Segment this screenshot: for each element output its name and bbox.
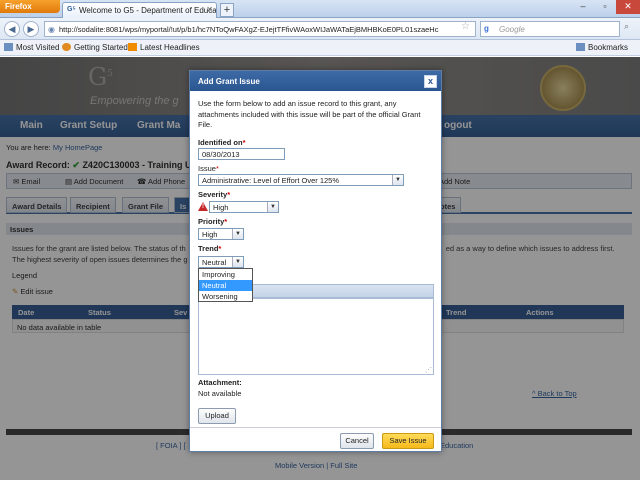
chevron-down-icon: ▼ — [392, 175, 403, 185]
new-tab-button[interactable]: + — [220, 3, 234, 17]
tab-close-icon[interactable]: ✕ — [206, 5, 213, 14]
browser-titlebar: Firefox G⁵ Welcome to G5 - Department of… — [0, 0, 640, 18]
bookmarks-icon — [576, 43, 585, 51]
minimize-icon[interactable]: – — [572, 0, 594, 14]
save-issue-button[interactable]: Save Issue — [382, 433, 434, 449]
globe-icon: ◉ — [48, 25, 55, 34]
cancel-button[interactable]: Cancel — [340, 433, 374, 449]
trend-dropdown-list: Improving Neutral Worsening — [198, 268, 253, 302]
attachment-label: Attachment: — [198, 378, 242, 387]
g5-favicon-icon: G⁵ — [67, 6, 76, 13]
issue-label: Issue* — [198, 164, 219, 173]
search-magnifier-icon[interactable]: ⌕ — [624, 21, 629, 32]
bookmarks-toolbar: Most Visited Getting Started Latest Head… — [0, 40, 640, 56]
severity-select[interactable]: High ▼ — [209, 201, 279, 213]
url-input[interactable]: ◉ http://sodalite:8081/wps/myportal/!ut/… — [44, 21, 476, 37]
issue-select[interactable]: Administrative: Level of Effort Over 125… — [198, 174, 404, 186]
attachment-value: Not available — [198, 389, 242, 398]
dialog-intro: Use the form below to add an issue recor… — [198, 99, 421, 129]
browser-navbar: ◀ ▶ ◉ http://sodalite:8081/wps/myportal/… — [0, 18, 640, 40]
maximize-icon[interactable]: ▫ — [594, 0, 616, 14]
priority-select[interactable]: High ▼ — [198, 228, 244, 240]
bookmark-latest-headlines[interactable]: Latest Headlines — [128, 43, 200, 52]
google-icon: g — [484, 24, 489, 33]
firefox-icon — [62, 43, 71, 51]
trend-option-worsening[interactable]: Worsening — [199, 291, 252, 302]
upload-button[interactable]: Upload — [198, 408, 236, 424]
browser-tab[interactable]: G⁵ Welcome to G5 - Department of Educati… — [62, 2, 217, 18]
add-grant-issue-dialog: Add Grant Issue x Use the form below to … — [189, 70, 442, 452]
rss-icon — [128, 43, 137, 51]
severity-label: Severity* — [198, 190, 231, 199]
back-arrow-icon[interactable]: ◀ — [4, 21, 20, 37]
folder-icon — [4, 43, 13, 51]
search-placeholder: Google — [499, 25, 525, 34]
chevron-down-icon: ▼ — [232, 257, 243, 267]
bookmark-star-icon[interactable]: ☆ — [461, 21, 470, 32]
dialog-footer-divider — [190, 427, 441, 428]
identified-on-label: Identified on* — [198, 138, 246, 147]
priority-label: Priority* — [198, 217, 228, 226]
identified-on-input[interactable]: 08/30/2013 — [198, 148, 285, 160]
chevron-down-icon: ▼ — [267, 202, 278, 212]
bookmarks-menu[interactable]: Bookmarks — [576, 43, 628, 52]
trend-label: Trend* — [198, 244, 222, 253]
firefox-menu-button[interactable]: Firefox — [0, 0, 60, 13]
resize-handle-icon[interactable]: ⋰ — [425, 366, 432, 374]
description-textarea[interactable]: ⋰ — [198, 298, 434, 375]
bookmark-most-visited[interactable]: Most Visited — [4, 43, 59, 52]
chevron-down-icon: ▼ — [232, 229, 243, 239]
search-input[interactable]: g Google — [480, 21, 620, 37]
warning-exclamation: ! — [202, 204, 204, 210]
dialog-title: Add Grant Issue — [190, 71, 441, 91]
trend-option-improving[interactable]: Improving — [199, 269, 252, 280]
window-close-icon[interactable]: ✕ — [616, 0, 640, 14]
url-text: http://sodalite:8081/wps/myportal/!ut/p/… — [59, 25, 439, 34]
trend-option-neutral[interactable]: Neutral — [199, 280, 252, 291]
tab-title: Welcome to G5 - Department of Educatio..… — [79, 6, 217, 15]
bookmark-getting-started[interactable]: Getting Started — [62, 43, 128, 52]
forward-arrow-icon[interactable]: ▶ — [23, 21, 39, 37]
close-icon[interactable]: x — [424, 75, 437, 88]
trend-select[interactable]: Neutral ▼ — [198, 256, 244, 268]
